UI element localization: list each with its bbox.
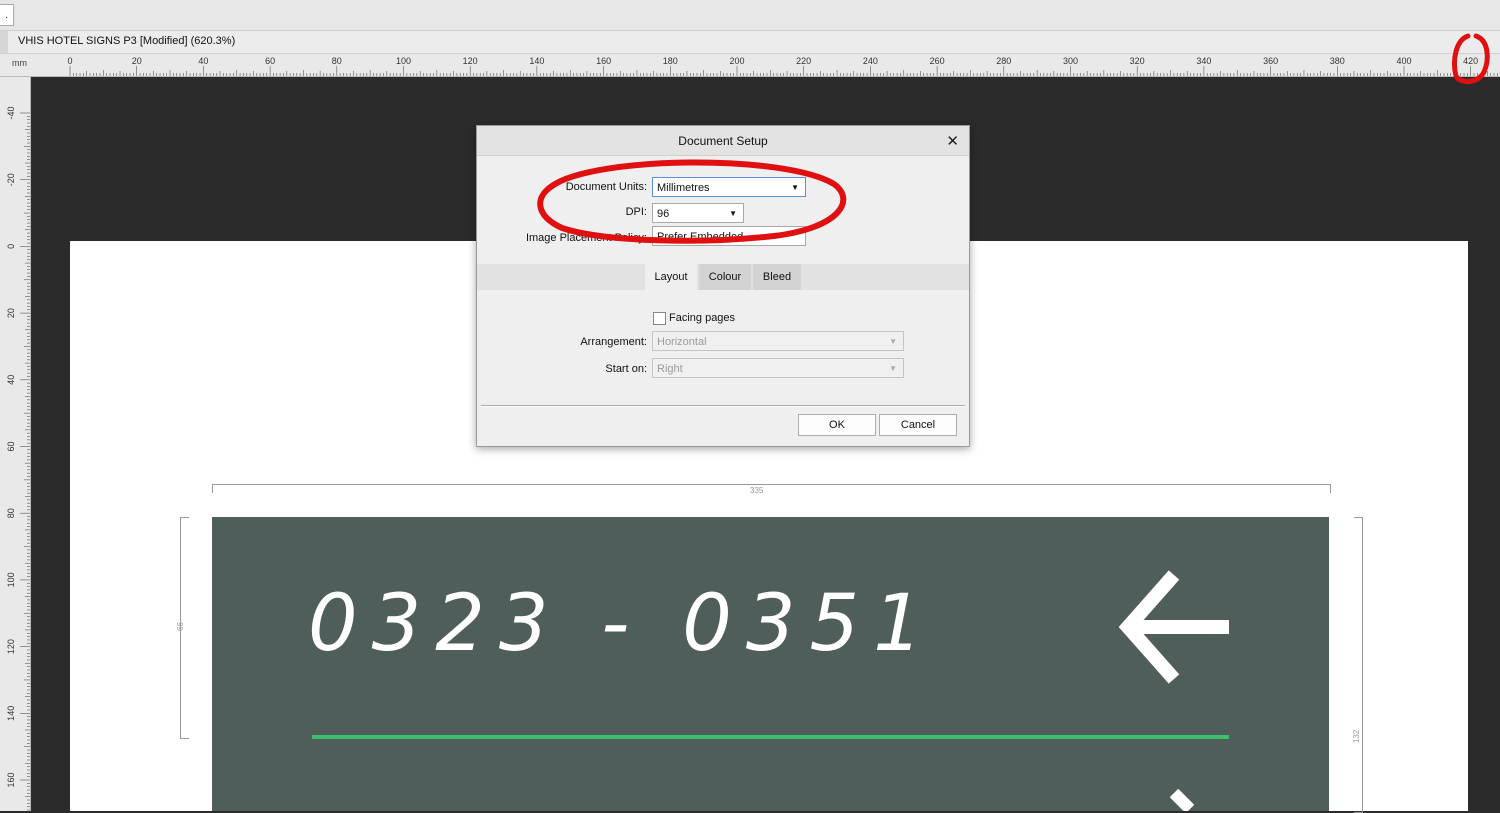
ruler-label: 40 [198,56,208,66]
ruler-label: 120 [6,639,16,654]
arrangement-value: Horizontal [657,336,707,348]
ruler-label: -40 [6,106,16,119]
cancel-button[interactable]: Cancel [879,414,957,436]
chevron-down-icon: ▼ [889,364,897,373]
ruler-label: 260 [930,56,945,66]
arrangement-label: Arrangement: [580,336,647,348]
ruler-label: 60 [265,56,275,66]
document-units-label: Document Units: [565,181,647,193]
dpi-value: 96 [657,208,670,220]
ruler-unit-label: mm [12,58,27,68]
document-tab-bar: VHIS HOTEL SIGNS P3 [Modified] (620.3%) [0,31,1500,54]
ruler-label: 400 [1396,56,1411,66]
image-placement-value: Prefer Embedded [657,231,744,243]
height-dimension-guide-right [1354,517,1363,813]
start-on-select[interactable]: Right ▼ [652,358,904,378]
ruler-label: 0 [67,56,72,66]
horizontal-ruler[interactable]: 0 20 40 60 80 100 120 140 160 180 200 220 240 260 280 3… [30,54,1500,77]
second-arrow-icon[interactable] [1170,789,1210,811]
sign-divider-line[interactable] [312,735,1229,739]
ruler-label: 140 [529,56,544,66]
ruler-label: 140 [6,706,16,721]
ruler-label: 240 [863,56,878,66]
ok-button[interactable]: OK [798,414,876,436]
ruler-label: 40 [6,375,16,385]
ruler-label: 100 [6,572,16,587]
ruler-label: 120 [463,56,478,66]
ruler-label: 60 [6,441,16,451]
ruler-label: -20 [6,173,16,186]
ruler-label: 20 [6,308,16,318]
ruler-label: 420 [1463,56,1478,66]
ruler-label: 280 [996,56,1011,66]
start-on-label: Start on: [605,363,647,375]
ruler-label: 340 [1196,56,1211,66]
document-title[interactable]: VHIS HOTEL SIGNS P3 [Modified] (620.3%) [18,35,235,47]
ruler-label: 360 [1263,56,1278,66]
close-icon[interactable]: ✕ [946,132,959,150]
chevron-down-icon: ▼ [889,337,897,346]
facing-pages-label[interactable]: Facing pages [669,312,735,324]
ruler-label: 20 [132,56,142,66]
tab-colour[interactable]: Colour [699,264,751,290]
vertical-ruler[interactable]: -40 -20 0 20 40 60 80 100 120 140 160 [0,77,31,811]
height-dimension-label-right: 132 [1352,729,1362,744]
document-units-value: Millimetres [657,182,710,194]
ruler-label: 80 [6,508,16,518]
vertical-ruler-scale: -40 -20 0 20 40 60 80 100 120 140 160 [6,106,30,811]
image-placement-select[interactable]: Prefer Embedded [652,226,806,246]
ruler-label: 180 [663,56,678,66]
tab-bleed[interactable]: Bleed [753,264,801,290]
ruler-corner[interactable]: mm [0,54,30,77]
height-dimension-label-left: 66 [175,622,185,631]
ruler-label: 380 [1330,56,1345,66]
start-on-value: Right [657,363,683,375]
horizontal-ruler-scale: 0 20 40 60 80 100 120 140 160 180 200 220 240 260 280 3… [67,56,1498,76]
facing-pages-checkbox[interactable] [653,312,666,325]
dpi-select[interactable]: 96 ▼ [652,203,744,223]
dialog-title: Document Setup [678,134,768,148]
ruler-label: 80 [332,56,342,66]
ruler-label: 220 [796,56,811,66]
tab-bar-left-handle[interactable] [0,31,8,53]
chevron-down-icon: ▼ [791,183,799,192]
tab-layout[interactable]: Layout [645,264,697,290]
dpi-label: DPI: [625,206,647,218]
image-placement-label: Image Placement Policy: [525,232,647,244]
arrangement-select[interactable]: Horizontal ▼ [652,331,904,351]
ruler-label: 100 [396,56,411,66]
left-arrow-icon[interactable] [1118,569,1230,685]
chevron-down-icon: ▼ [729,209,737,218]
dialog-separator [481,405,965,407]
dialog-tab-strip: Layout Colour Bleed [477,264,969,290]
ruler-label: 320 [1130,56,1145,66]
width-dimension-guide [212,484,1331,493]
width-dimension-label: 335 [750,486,764,495]
top-toolbar-strip: . [0,0,1500,31]
dialog-title-bar[interactable]: Document Setup ✕ [477,126,969,156]
sign-room-range[interactable]: 0323 - 0351 [308,579,937,669]
sign-panel[interactable]: 0323 - 0351 [212,517,1329,811]
ruler-label: 300 [1063,56,1078,66]
document-setup-dialog: Document Setup ✕ Document Units: Millime… [476,125,970,447]
toolbar-stub[interactable]: . [0,4,14,26]
ruler-label: 200 [729,56,744,66]
ruler-label: 160 [596,56,611,66]
ruler-label: 0 [6,244,16,249]
ruler-label: 160 [6,772,16,787]
document-units-select[interactable]: Millimetres ▼ [652,177,806,197]
